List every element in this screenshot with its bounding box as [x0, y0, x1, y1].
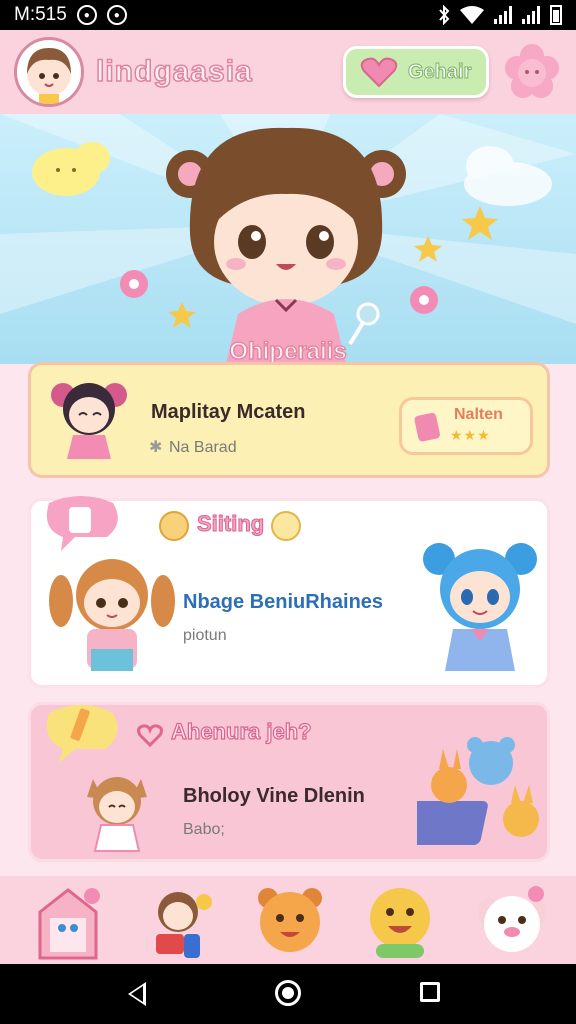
star-rating: ★★★ [450, 428, 491, 444]
header-action-button[interactable]: Gehair [343, 46, 489, 98]
home-icon[interactable] [275, 980, 301, 1006]
sparkle-icon: ✱ [149, 437, 163, 456]
app-title: lindgaasia [95, 54, 253, 89]
coin-icon [271, 511, 301, 541]
girl-pigtails-icon [49, 559, 175, 671]
notification-icon-2: ● [106, 5, 127, 25]
user-avatar[interactable] [14, 37, 84, 107]
pencil-bubble-icon [46, 705, 118, 763]
system-navigation-bar [0, 964, 576, 1024]
bottom-navigation [0, 876, 576, 964]
nav-character-icon[interactable] [138, 882, 218, 962]
status-bar: M:515 ● ● [0, 0, 576, 30]
card-title: Maplitay Mcaten [151, 401, 306, 423]
signal-icon-2 [522, 6, 540, 24]
heart-icon [360, 57, 398, 88]
avatar-girl-icon [27, 48, 71, 104]
hero-banner [0, 114, 576, 364]
girl-character-icon [51, 383, 127, 459]
reward-button[interactable]: Nalten ★★★ [399, 397, 533, 455]
nav-home-icon[interactable] [28, 882, 108, 962]
nav-smile-icon[interactable] [360, 882, 440, 962]
card-subtitle: Na Barad [169, 439, 237, 456]
nav-bear-icon[interactable] [250, 882, 330, 962]
back-icon[interactable] [128, 982, 146, 1006]
card-subtitle: piotun [183, 627, 227, 644]
recent-apps-icon[interactable] [420, 982, 440, 1002]
signal-icon [494, 6, 512, 24]
wifi-icon [460, 6, 484, 24]
card-heading: Ahenura jeh? [170, 718, 312, 744]
quest-card[interactable]: Maplitay Mcaten Na Barad ✱ Nalten ★★★ [28, 362, 550, 478]
flower-icon[interactable] [503, 42, 561, 100]
app-header: lindgaasia Gehair [0, 30, 576, 114]
cat-girl-icon [87, 777, 147, 852]
card-heading: Siiting [196, 511, 265, 537]
ticket-icon [414, 412, 440, 442]
card-title: Nbage BeniuRhaines [183, 591, 384, 613]
event-card[interactable]: Ahenura jeh? Bholoy Vine Dlenin Babo; [28, 702, 550, 862]
battery-icon [550, 5, 562, 25]
speech-bubble-icon [46, 496, 118, 551]
hero-illustration [0, 114, 576, 364]
animal-friends-icon [417, 737, 539, 845]
header-action-label: Gehair [407, 60, 472, 83]
blue-bear-girl-icon [423, 543, 537, 671]
clock-icon [159, 511, 189, 541]
card-subtitle: Babo; [183, 821, 225, 838]
status-time: M:515 [14, 4, 67, 25]
notification-icon: ● [76, 5, 97, 25]
reward-label: Nalten [454, 406, 503, 423]
bluetooth-icon [439, 5, 450, 25]
cloud-icon [32, 142, 110, 196]
nav-puppy-icon[interactable] [472, 882, 552, 962]
feature-card[interactable]: Siiting Nbage BeniuRhaines piotun [28, 496, 550, 688]
heart-outline-icon [137, 724, 163, 747]
card-title: Bholoy Vine Dlenin [183, 785, 365, 807]
